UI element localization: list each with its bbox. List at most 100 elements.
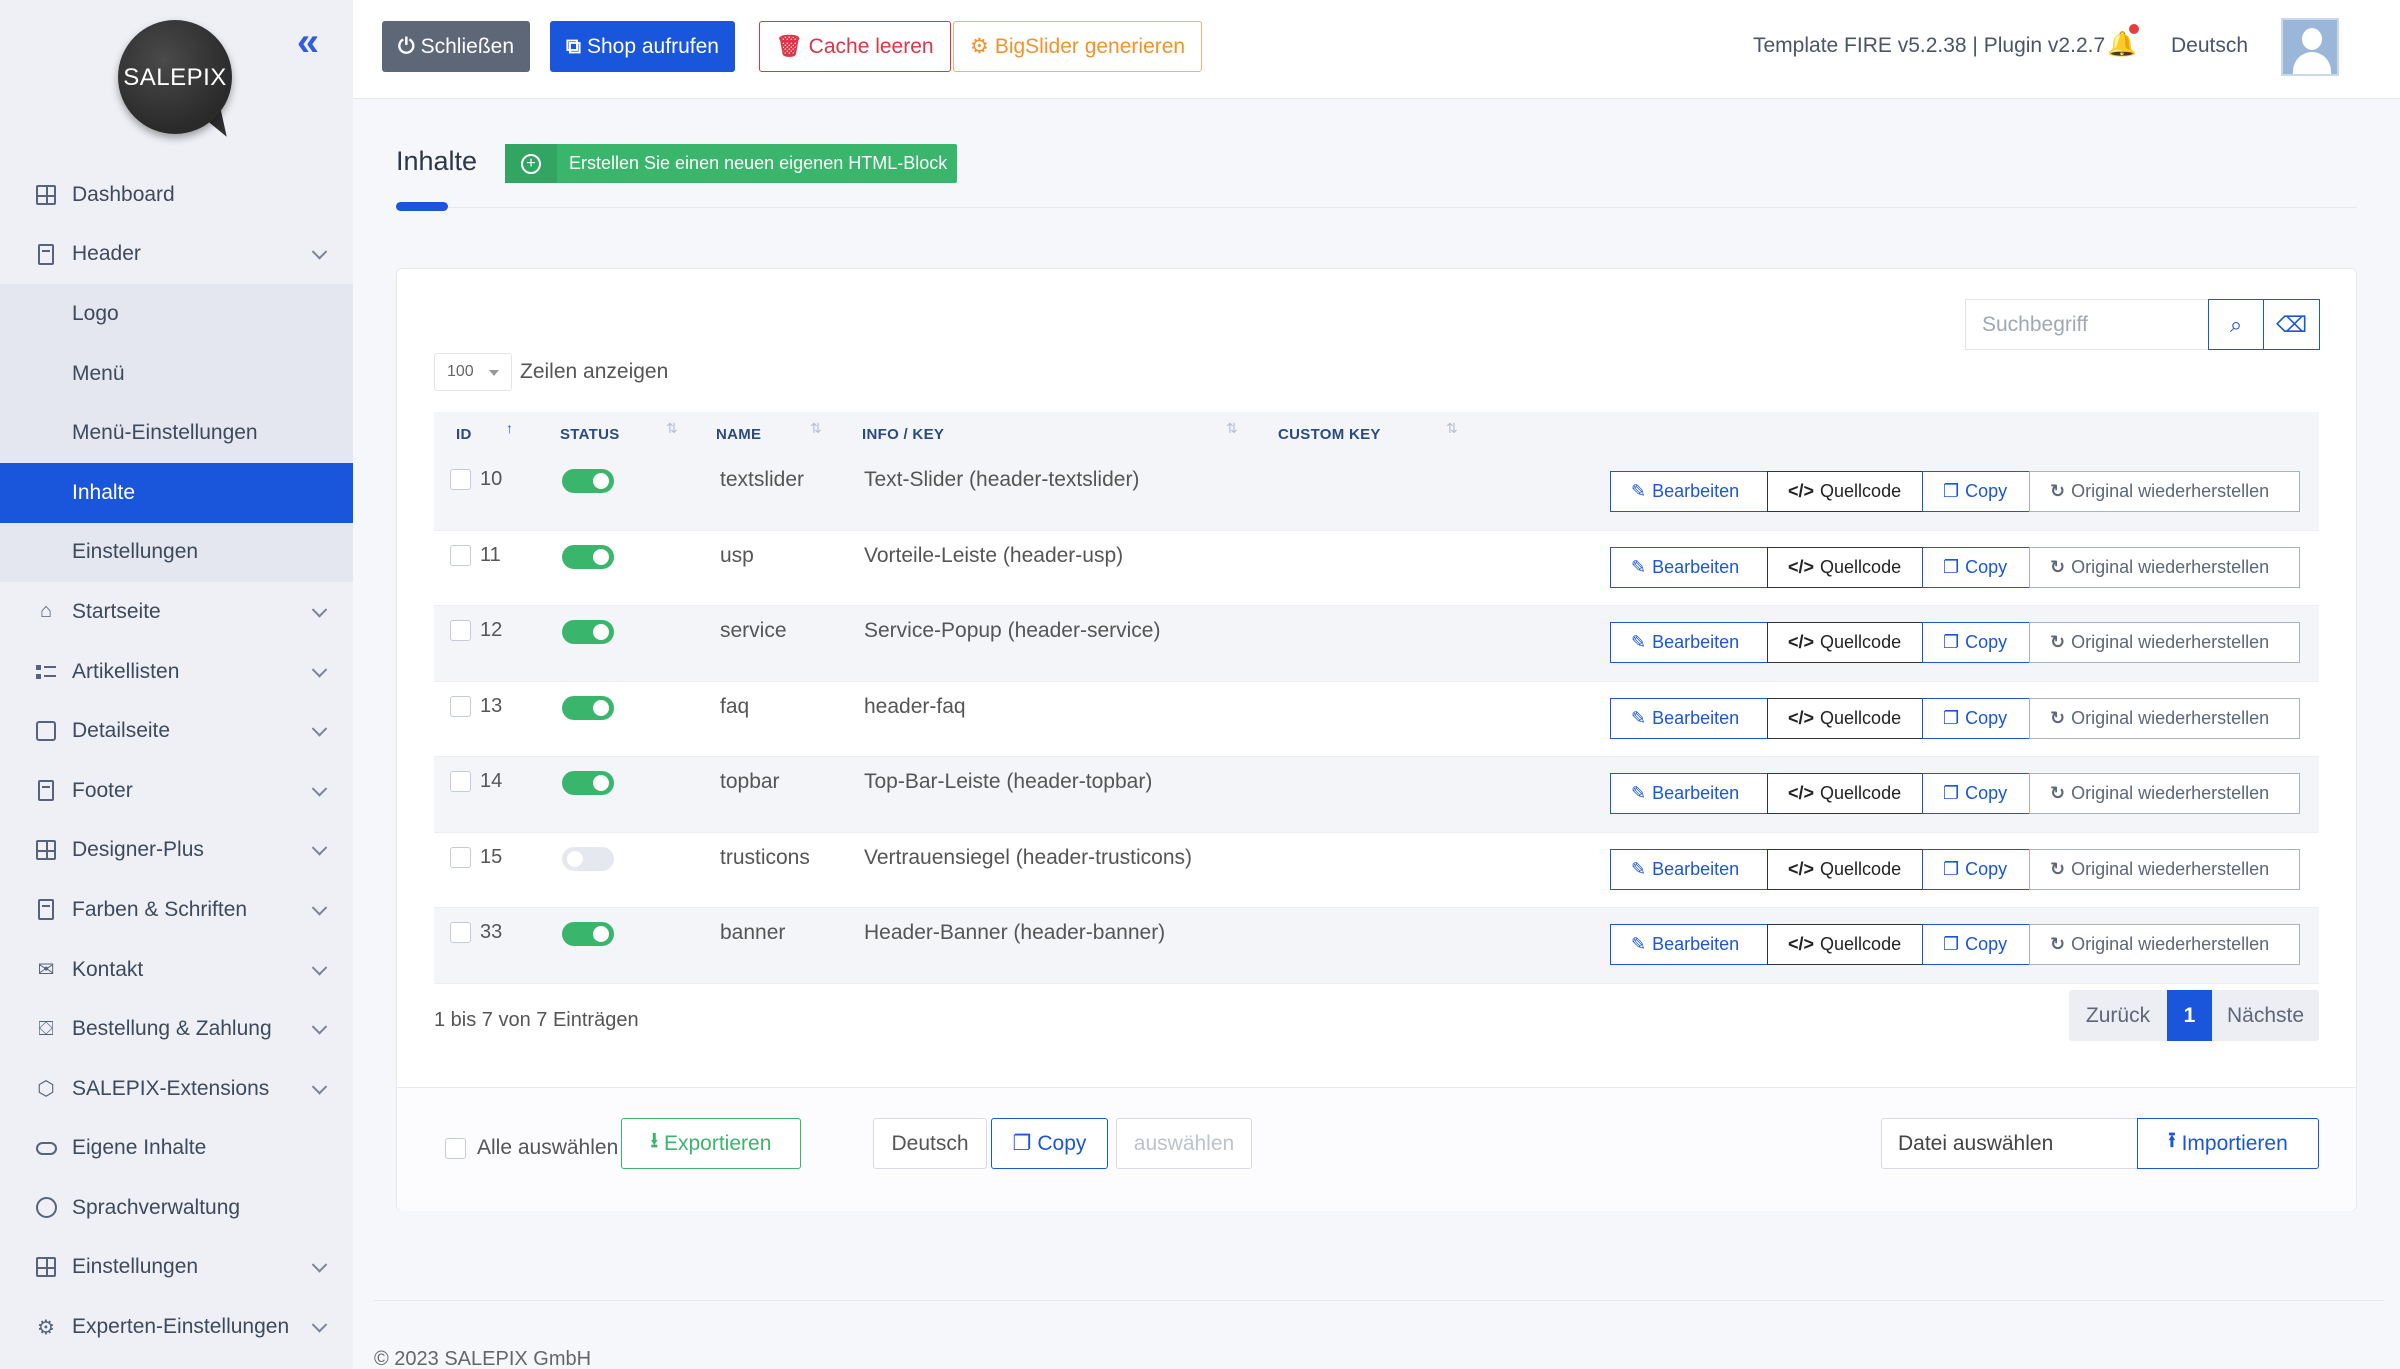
sidebar-item-extensions[interactable]: ⬡ SALEPIX-Extensions bbox=[0, 1059, 353, 1119]
restore-original-button[interactable]: ↻ Original wiederherstellen bbox=[2029, 848, 2300, 890]
sidebar-subitem-contents[interactable]: Inhalte bbox=[0, 462, 353, 523]
edit-button[interactable]: ✎ Bearbeiten bbox=[1610, 924, 1768, 965]
source-code-button[interactable]: </> Quellcode bbox=[1767, 773, 1923, 814]
copy-row-button[interactable]: ❐ Copy bbox=[1922, 697, 2030, 739]
status-toggle[interactable] bbox=[562, 922, 614, 946]
source-code-button[interactable]: </> Quellcode bbox=[1767, 848, 1923, 890]
sidebar-item-kontakt[interactable]: ✉ Kontakt bbox=[0, 940, 353, 1000]
sidebar-item-artikellisten[interactable]: Artikellisten bbox=[0, 642, 353, 702]
row-checkbox[interactable] bbox=[450, 771, 471, 792]
import-button[interactable]: ⭱ Importieren bbox=[2137, 1118, 2319, 1169]
copy-row-button[interactable]: ❐ Copy bbox=[1922, 848, 2030, 890]
copy-row-button[interactable]: ❐ Copy bbox=[1922, 546, 2030, 588]
sort-icon[interactable]: ⇅ bbox=[1446, 420, 1458, 437]
active-tab-indicator bbox=[396, 202, 448, 211]
sidebar-subitem-settings[interactable]: Einstellungen bbox=[0, 523, 353, 583]
sidebar-item-bestellung-zahlung[interactable]: ⛋ Bestellung & Zahlung bbox=[0, 999, 353, 1059]
generate-bigslider-button[interactable]: ⚙ BigSlider generieren bbox=[953, 21, 1203, 72]
restore-original-button[interactable]: ↻ Original wiederherstellen bbox=[2029, 546, 2300, 588]
restore-original-button[interactable]: ↻ Original wiederherstellen bbox=[2029, 773, 2300, 814]
close-button[interactable]: ⏻ Schließen bbox=[382, 21, 531, 72]
status-toggle[interactable] bbox=[562, 695, 614, 720]
file-picker[interactable]: Datei auswählen bbox=[1881, 1118, 2138, 1169]
column-header-status[interactable]: STATUS bbox=[560, 426, 620, 443]
restore-original-button[interactable]: ↻ Original wiederherstellen bbox=[2029, 697, 2300, 739]
source-code-button[interactable]: </> Quellcode bbox=[1767, 546, 1923, 588]
select-all[interactable]: Alle auswählen bbox=[434, 1136, 618, 1160]
sidebar-subitem-menu-settings[interactable]: Menü-Einstellungen bbox=[0, 403, 353, 463]
create-html-block-button[interactable]: + Erstellen Sie einen neuen eigenen HTML… bbox=[505, 144, 958, 183]
edit-button[interactable]: ✎ Bearbeiten bbox=[1610, 697, 1768, 739]
collapse-sidebar-icon[interactable]: « bbox=[288, 22, 328, 62]
status-toggle[interactable] bbox=[562, 469, 614, 493]
language-selector[interactable]: Deutsch bbox=[2171, 34, 2248, 58]
restore-original-button[interactable]: ↻ Original wiederherstellen bbox=[2029, 924, 2300, 965]
copy-button[interactable]: ❐ Copy bbox=[991, 1118, 1108, 1169]
sidebar-item-header[interactable]: Header bbox=[0, 225, 353, 285]
sidebar-item-label: Kontakt bbox=[72, 957, 144, 981]
status-toggle[interactable] bbox=[562, 544, 614, 569]
source-code-button[interactable]: </> Quellcode bbox=[1767, 697, 1923, 739]
sidebar-item-einstellungen[interactable]: Einstellungen bbox=[0, 1238, 353, 1298]
clear-cache-button[interactable]: 🗑 Cache leeren bbox=[759, 21, 951, 72]
edit-button[interactable]: ✎ Bearbeiten bbox=[1610, 848, 1768, 890]
pagination-next[interactable]: Nächste bbox=[2212, 990, 2319, 1041]
search-input[interactable] bbox=[1965, 299, 2208, 350]
row-checkbox[interactable] bbox=[450, 620, 471, 641]
sort-asc-icon[interactable]: ↑ bbox=[506, 420, 513, 436]
column-header-custom-key[interactable]: CUSTOM KEY bbox=[1278, 426, 1381, 443]
status-toggle[interactable] bbox=[562, 771, 614, 795]
copy-row-button[interactable]: ❐ Copy bbox=[1922, 773, 2030, 814]
select-all-checkbox[interactable] bbox=[445, 1137, 466, 1159]
status-toggle[interactable] bbox=[562, 620, 614, 644]
row-checkbox[interactable] bbox=[450, 846, 471, 868]
row-checkbox[interactable] bbox=[450, 544, 471, 566]
edit-button[interactable]: ✎ Bearbeiten bbox=[1610, 773, 1768, 814]
edit-button[interactable]: ✎ Bearbeiten bbox=[1610, 471, 1768, 512]
copy-row-button[interactable]: ❐ Copy bbox=[1922, 924, 2030, 965]
sidebar-item-eigene-inhalte[interactable]: Eigene Inhalte bbox=[0, 1119, 353, 1179]
restore-original-button[interactable]: ↻ Original wiederherstellen bbox=[2029, 622, 2300, 663]
status-toggle[interactable] bbox=[562, 846, 614, 871]
copy-row-button[interactable]: ❐ Copy bbox=[1922, 622, 2030, 663]
source-code-label: Quellcode bbox=[1820, 632, 1902, 652]
sidebar-item-dashboard[interactable]: Dashboard bbox=[0, 165, 353, 225]
pagination-page[interactable]: 1 bbox=[2167, 990, 2212, 1041]
language-select[interactable]: Deutsch bbox=[873, 1118, 987, 1169]
page-length-select[interactable]: 100 bbox=[434, 353, 512, 391]
source-code-button[interactable]: </> Quellcode bbox=[1767, 622, 1923, 663]
export-button[interactable]: ⭳ Exportieren bbox=[621, 1118, 801, 1169]
sidebar-item-detailseite[interactable]: Detailseite bbox=[0, 701, 353, 761]
open-shop-button[interactable]: ⧉ Shop aufrufen bbox=[550, 21, 735, 72]
row-checkbox[interactable] bbox=[450, 922, 471, 943]
sidebar-item-farben-schriften[interactable]: Farben & Schriften bbox=[0, 880, 353, 940]
copy-row-label: Copy bbox=[1965, 556, 2008, 577]
column-header-info[interactable]: INFO / KEY bbox=[862, 426, 944, 443]
eraser-icon[interactable]: ⌫ bbox=[2264, 299, 2320, 350]
row-checkbox[interactable] bbox=[450, 695, 471, 717]
sort-icon[interactable]: ⇅ bbox=[810, 420, 822, 437]
sidebar-item-sprachverwaltung[interactable]: Sprachverwaltung bbox=[0, 1178, 353, 1238]
source-code-button[interactable]: </> Quellcode bbox=[1767, 924, 1923, 965]
edit-button[interactable]: ✎ Bearbeiten bbox=[1610, 546, 1768, 588]
sidebar-subitem-logo[interactable]: Logo bbox=[0, 284, 353, 344]
source-code-button[interactable]: </> Quellcode bbox=[1767, 471, 1923, 512]
pagination-prev[interactable]: Zurück bbox=[2069, 990, 2167, 1041]
sidebar-item-designer-plus[interactable]: Designer-Plus bbox=[0, 821, 353, 881]
restore-original-button[interactable]: ↻ Original wiederherstellen bbox=[2029, 471, 2300, 512]
user-avatar[interactable] bbox=[2281, 18, 2339, 76]
select-button[interactable]: auswählen bbox=[1116, 1118, 1252, 1169]
row-checkbox[interactable] bbox=[450, 469, 471, 490]
sidebar-subitem-menu[interactable]: Menü bbox=[0, 344, 353, 404]
sidebar-item-startseite[interactable]: ⌂ Startseite bbox=[0, 582, 353, 642]
column-header-id[interactable]: ID bbox=[456, 426, 472, 443]
sort-icon[interactable]: ⇅ bbox=[666, 420, 678, 437]
sort-icon[interactable]: ⇅ bbox=[1226, 420, 1238, 437]
edit-button[interactable]: ✎ Bearbeiten bbox=[1610, 622, 1768, 663]
sidebar-item-experten-einstellungen[interactable]: ⚙ Experten-Einstellungen bbox=[0, 1297, 353, 1357]
sidebar-item-footer[interactable]: Footer bbox=[0, 761, 353, 821]
salepix-logo[interactable]: SALEPIX bbox=[118, 20, 238, 143]
column-header-name[interactable]: NAME bbox=[716, 426, 761, 443]
search-icon[interactable]: ⌕ bbox=[2208, 299, 2264, 350]
copy-row-button[interactable]: ❐ Copy bbox=[1922, 471, 2030, 512]
